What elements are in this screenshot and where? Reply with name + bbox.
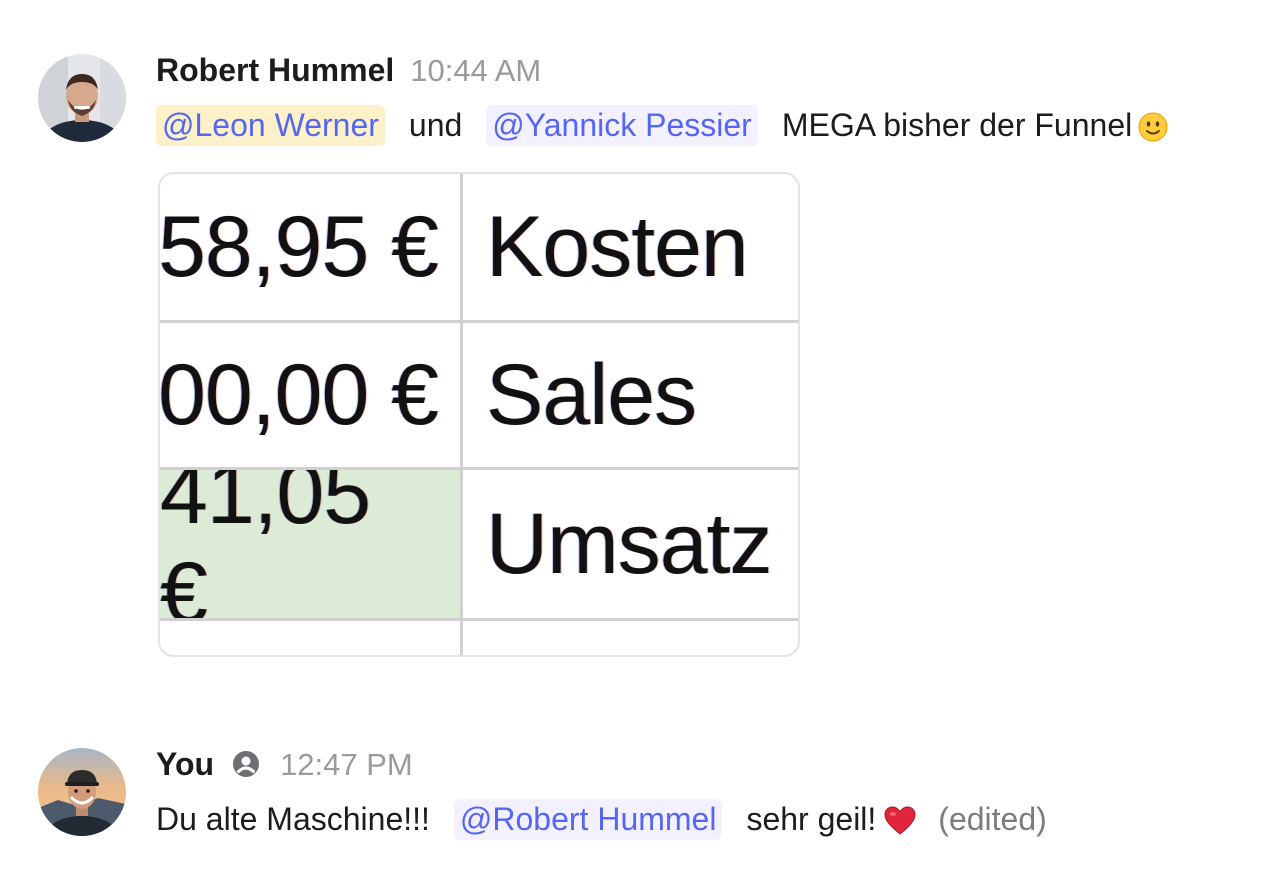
cell-label-kosten: Kosten [486,198,749,295]
cell-value-kosten: 58,95 € [158,198,439,295]
image-attachment[interactable]: 58,95 € Kosten 00,00 € Sales 41,05 € Ums… [158,172,800,657]
text-du-alte-maschine: Du alte Maschine!!! [156,800,430,837]
edited-indicator: (edited) [938,800,1047,837]
text-mega: MEGA bisher der Funnel [781,106,1133,143]
message-robert: Robert Hummel 10:44 AM @Leon Werner und … [0,0,1280,680]
message-text: @Leon Werner und @Yannick Pessier MEGA b… [156,102,1168,148]
message-you: You 12:47 PM Du alte Maschine!!! @Robert… [0,700,1280,872]
slightly-smiling-face-icon [1138,112,1168,142]
timestamp[interactable]: 12:47 PM [280,747,413,783]
grid-line-horizontal [160,467,798,470]
cell-label-umsatz: Umsatz [486,495,772,592]
grid-line-vertical [460,174,463,655]
spreadsheet-screenshot: 58,95 € Kosten 00,00 € Sales 41,05 € Ums… [158,174,798,655]
mention-robert-hummel[interactable]: @Robert Hummel [453,798,723,840]
avatar-robert-hummel[interactable] [38,54,126,142]
user-status-icon[interactable] [232,750,260,778]
cell-label-sales: Sales [486,346,697,443]
mention-yannick-pessier[interactable]: @Yannick Pessier [486,104,758,146]
mention-leon-werner[interactable]: @Leon Werner [156,104,385,146]
grid-line-horizontal [160,320,798,323]
message-text: Du alte Maschine!!! @Robert Hummel sehr … [156,796,1047,842]
text-sehr-geil: sehr geil! [746,800,877,837]
avatar-you[interactable] [38,748,126,836]
text-und: und [408,106,463,143]
timestamp[interactable]: 10:44 AM [410,53,541,89]
red-heart-icon [884,806,916,836]
cell-value-sales: 00,00 € [158,346,439,443]
grid-line-horizontal [160,618,798,621]
author-name[interactable]: You [156,746,214,783]
cell-value-umsatz: 41,05 € [160,470,460,618]
author-name[interactable]: Robert Hummel [156,52,394,89]
